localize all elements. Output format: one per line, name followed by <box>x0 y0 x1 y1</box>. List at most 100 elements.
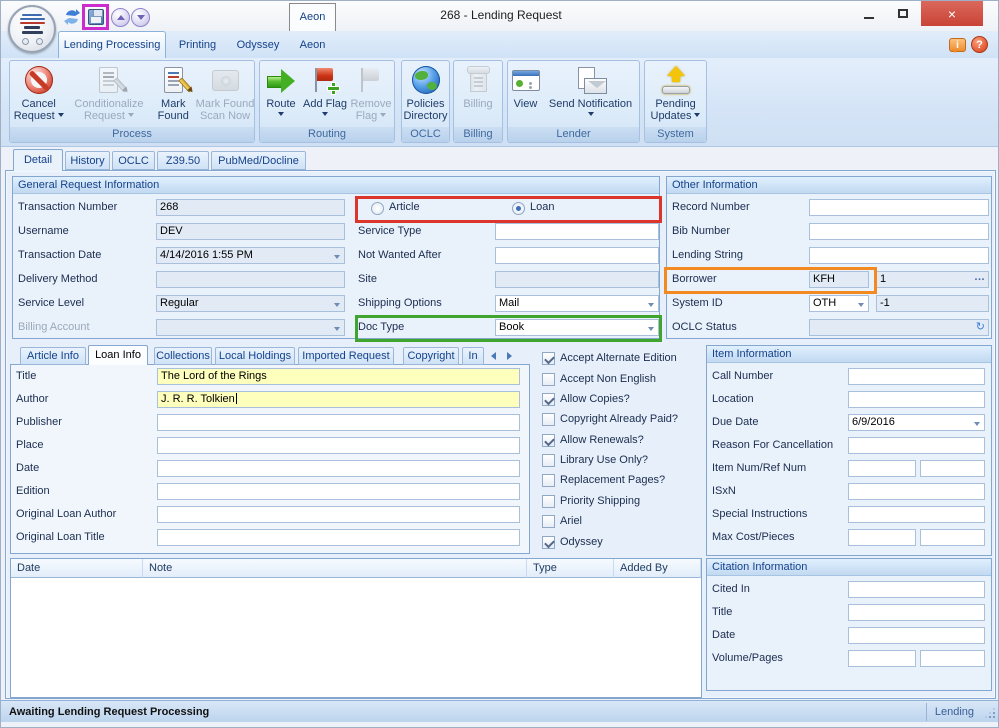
record-number-label: Record Number <box>672 199 750 216</box>
citation-date-field[interactable] <box>848 627 985 644</box>
tab-collections[interactable]: Collections <box>154 347 212 365</box>
borrower-count-field[interactable]: 1 … <box>876 271 989 288</box>
shipping-options-field[interactable]: Mail <box>495 295 659 312</box>
oclc-status-field[interactable]: ↻ <box>809 319 989 336</box>
tab-history[interactable]: History <box>65 151 110 170</box>
checkbox-odyssey[interactable]: Odyssey <box>542 534 603 550</box>
ribbon-up-button[interactable] <box>111 8 130 27</box>
not-wanted-after-field[interactable] <box>495 247 659 264</box>
tab-imported-request[interactable]: Imported Request <box>298 347 394 365</box>
tab-oclc[interactable]: OCLC <box>112 151 155 170</box>
oclc-status-refresh-icon[interactable]: ↻ <box>976 320 985 335</box>
ribbon-tab-odyssey[interactable]: Odyssey <box>228 32 288 58</box>
bib-number-field[interactable] <box>809 223 989 240</box>
send-notification-button[interactable]: Send Notification <box>543 62 639 126</box>
route-button[interactable]: Route <box>261 62 301 126</box>
checkbox-box[interactable] <box>542 373 555 386</box>
refresh-button[interactable] <box>61 7 82 27</box>
checkbox-allow-renewals[interactable]: Allow Renewals? <box>542 432 644 448</box>
add-flag-button[interactable]: Add Flag <box>301 62 349 126</box>
checkbox-box[interactable] <box>542 454 555 467</box>
borrower-lookup-button[interactable]: … <box>974 271 985 285</box>
ref-num-field[interactable] <box>920 460 985 477</box>
save-icon[interactable] <box>88 9 104 25</box>
info-bubble-icon[interactable]: i <box>949 38 966 52</box>
tab-detail[interactable]: Detail <box>13 149 63 171</box>
reason-for-cancellation-field[interactable] <box>848 437 985 454</box>
tab-local-holdings[interactable]: Local Holdings <box>215 347 295 365</box>
tab-article-info[interactable]: Article Info <box>20 347 86 365</box>
checkbox-priority-shipping[interactable]: Priority Shipping <box>542 493 640 509</box>
volume-field[interactable] <box>848 650 916 667</box>
pending-updates-button[interactable]: Pending Updates <box>646 62 706 126</box>
checkbox-box[interactable] <box>542 393 555 406</box>
isxn-field[interactable] <box>848 483 985 500</box>
tab-z3950[interactable]: Z39.50 <box>157 151 209 170</box>
cited-in-field[interactable] <box>848 581 985 598</box>
tab-copyright[interactable]: Copyright <box>403 347 459 365</box>
column-header-added-by[interactable]: Added By <box>614 559 701 578</box>
ribbon-tab-aeon[interactable]: Aeon <box>290 32 335 58</box>
lending-string-field[interactable] <box>809 247 989 264</box>
author-field[interactable]: J. R. R. Tolkien <box>157 391 520 408</box>
maximize-button[interactable] <box>887 1 919 26</box>
checkbox-library-use-only[interactable]: Library Use Only? <box>542 452 648 468</box>
checkbox-box[interactable] <box>542 474 555 487</box>
view-button[interactable]: View <box>509 62 543 126</box>
checkbox-copyright-already-paid[interactable]: Copyright Already Paid? <box>542 411 678 427</box>
checkbox-ariel[interactable]: Ariel <box>542 513 582 529</box>
system-id-number-field[interactable]: -1 <box>876 295 989 312</box>
tab-scroll-left-icon[interactable] <box>491 352 496 360</box>
item-num-field[interactable] <box>848 460 916 477</box>
place-field[interactable] <box>157 437 520 454</box>
column-header-note[interactable]: Note <box>143 559 527 578</box>
original-loan-author-field[interactable] <box>157 506 520 523</box>
date-field[interactable] <box>157 460 520 477</box>
minimize-button[interactable] <box>853 1 885 26</box>
checkbox-accept-non-english[interactable]: Accept Non English <box>542 371 656 387</box>
site-field[interactable] <box>495 271 659 288</box>
tab-pubmed-docline[interactable]: PubMed/Docline <box>211 151 306 170</box>
tab-loan-info[interactable]: Loan Info <box>88 345 148 365</box>
checkbox-accept-alternate-edition[interactable]: Accept Alternate Edition <box>542 350 677 366</box>
checkbox-allow-copies[interactable]: Allow Copies? <box>542 391 630 407</box>
max-cost-field[interactable] <box>848 529 916 546</box>
checkbox-replacement-pages[interactable]: Replacement Pages? <box>542 472 665 488</box>
close-button[interactable]: × <box>921 1 983 26</box>
checkbox-box[interactable] <box>542 434 555 447</box>
edition-field[interactable] <box>157 483 520 500</box>
ribbon-down-button[interactable] <box>131 8 150 27</box>
checkbox-box[interactable] <box>542 515 555 528</box>
app-icon[interactable] <box>8 5 56 53</box>
lending-string-label: Lending String <box>672 247 743 264</box>
pieces-field[interactable] <box>920 529 985 546</box>
due-date-field[interactable]: 6/9/2016 <box>848 414 985 431</box>
call-number-field[interactable] <box>848 368 985 385</box>
citation-title-field[interactable] <box>848 604 985 621</box>
checkbox-box[interactable] <box>542 413 555 426</box>
original-loan-title-field[interactable] <box>157 529 520 546</box>
pages-field[interactable] <box>920 650 985 667</box>
checkbox-box[interactable] <box>542 352 555 365</box>
mark-found-button[interactable]: Mark Found <box>151 62 197 126</box>
help-icon[interactable]: ? <box>971 36 988 53</box>
system-id-field[interactable]: OTH <box>809 295 869 312</box>
cancel-request-button[interactable]: Cancel Request <box>10 62 67 126</box>
ribbon-tab-lending-processing[interactable]: Lending Processing <box>58 31 166 58</box>
column-header-date[interactable]: Date <box>11 559 143 578</box>
tab-truncated[interactable]: In <box>462 347 484 365</box>
title-field[interactable]: The Lord of the Rings <box>157 368 520 385</box>
record-number-field[interactable] <box>809 199 989 216</box>
checkbox-box[interactable] <box>542 495 555 508</box>
column-header-type[interactable]: Type <box>527 559 614 578</box>
ribbon-tab-printing[interactable]: Printing <box>170 32 225 58</box>
service-type-field[interactable] <box>495 223 659 240</box>
checkbox-box[interactable] <box>542 536 555 549</box>
policies-directory-button[interactable]: Policies Directory <box>402 62 449 126</box>
tab-scroll-right-icon[interactable] <box>507 352 512 360</box>
special-instructions-field[interactable] <box>848 506 985 523</box>
resize-grip[interactable] <box>985 708 995 718</box>
location-field[interactable] <box>848 391 985 408</box>
call-number-label: Call Number <box>712 368 773 385</box>
publisher-field[interactable] <box>157 414 520 431</box>
